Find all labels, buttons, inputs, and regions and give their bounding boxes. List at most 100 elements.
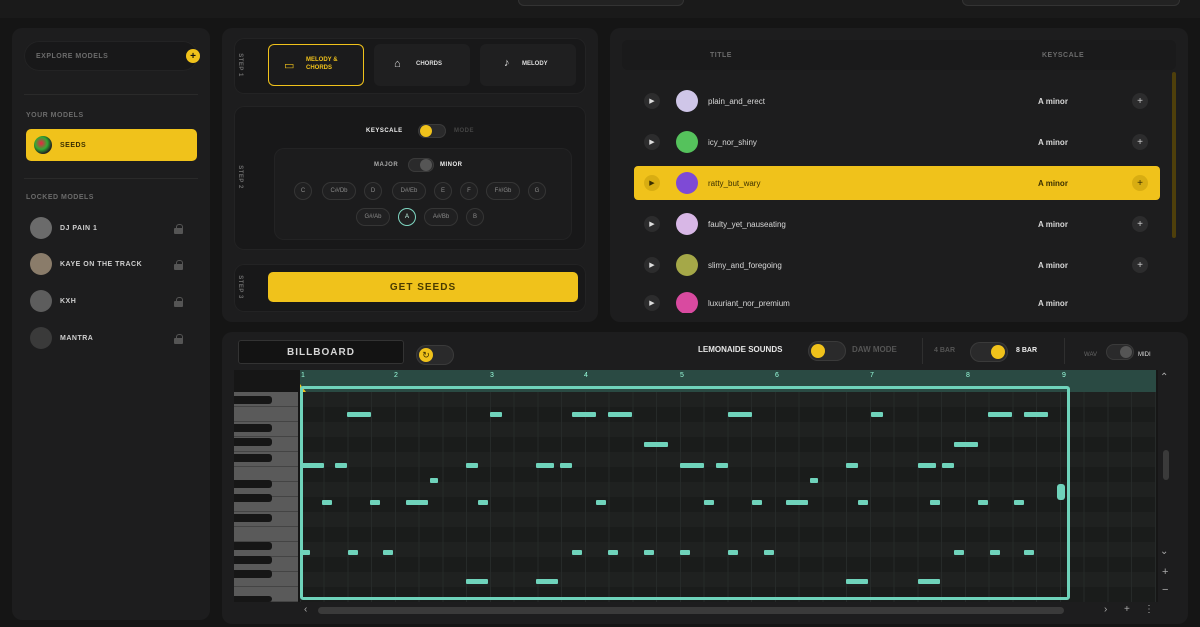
chevron-left-icon[interactable]: ‹ — [304, 604, 307, 615]
play-icon[interactable]: ▶ — [644, 175, 660, 191]
midi-note[interactable] — [942, 463, 954, 468]
midi-note[interactable] — [608, 412, 632, 417]
key-b[interactable]: B — [466, 208, 484, 226]
midi-note[interactable] — [764, 550, 774, 555]
locked-model-item[interactable]: MANTRA — [26, 324, 197, 352]
midi-note[interactable] — [536, 463, 554, 468]
midi-note[interactable] — [728, 550, 738, 555]
plus-icon[interactable]: + — [186, 49, 200, 63]
get-seeds-button[interactable]: GET SEEDS — [268, 272, 578, 302]
chevron-up-icon[interactable]: ⌃ — [1160, 372, 1168, 383]
key-c[interactable]: C — [294, 182, 312, 200]
midi-note[interactable] — [572, 550, 582, 555]
explore-models-button[interactable]: EXPLORE MODELS + — [24, 41, 200, 71]
major-minor-toggle[interactable] — [408, 158, 434, 172]
add-icon[interactable]: + — [1132, 134, 1148, 150]
midi-note[interactable] — [430, 478, 438, 483]
locked-model-item[interactable]: KAYE ON THE TRACK — [26, 250, 197, 278]
result-row[interactable]: ▶ icy_nor_shiny A minor + — [634, 125, 1160, 159]
loop-region[interactable] — [300, 386, 1070, 600]
model-item-seeds[interactable]: SEEDS — [26, 129, 197, 161]
midi-note[interactable] — [478, 500, 488, 505]
key-g-sharp[interactable]: G#/Ab — [356, 208, 390, 226]
piano-keys[interactable] — [234, 392, 298, 602]
midi-note[interactable] — [990, 550, 1000, 555]
midi-note[interactable] — [1014, 500, 1024, 505]
top-control-left[interactable] — [518, 0, 684, 6]
locked-model-item[interactable]: DJ PAIN 1 — [26, 214, 197, 242]
add-icon[interactable]: + — [1132, 216, 1148, 232]
midi-note[interactable] — [918, 579, 940, 584]
mode-melody-chords-button[interactable]: ▭ MELODY & CHORDS — [268, 44, 364, 86]
midi-note[interactable] — [490, 412, 502, 417]
horizontal-scrollbar[interactable] — [318, 607, 1064, 614]
midi-note[interactable] — [810, 478, 818, 483]
midi-note[interactable] — [930, 500, 940, 505]
play-icon[interactable]: ▶ — [644, 216, 660, 232]
export-format-toggle[interactable] — [1106, 344, 1134, 360]
midi-note[interactable] — [383, 550, 393, 555]
bar-length-toggle[interactable] — [970, 342, 1008, 362]
midi-note[interactable] — [978, 500, 988, 505]
key-d[interactable]: D — [364, 182, 382, 200]
midi-note[interactable] — [370, 500, 380, 505]
mode-chords-button[interactable]: ⌂ CHORDS — [374, 44, 470, 86]
midi-note[interactable] — [536, 579, 558, 584]
daw-mode-toggle[interactable] — [808, 341, 846, 361]
zoom-out-icon[interactable]: − — [1162, 584, 1168, 596]
result-row[interactable]: ▶ faulty_yet_nauseating A minor + — [634, 207, 1160, 241]
midi-note[interactable] — [680, 463, 704, 468]
midi-note[interactable] — [728, 412, 752, 417]
midi-note[interactable] — [560, 463, 572, 468]
play-icon[interactable]: ▶ — [644, 295, 660, 311]
midi-note[interactable] — [596, 500, 606, 505]
key-f[interactable]: F — [460, 182, 478, 200]
zoom-in-icon[interactable]: + — [1162, 566, 1168, 578]
midi-note[interactable] — [322, 500, 332, 505]
loop-end-handle[interactable] — [1057, 484, 1065, 500]
midi-note[interactable] — [1024, 412, 1048, 417]
key-e[interactable]: E — [434, 182, 452, 200]
midi-note[interactable] — [846, 579, 868, 584]
play-icon[interactable]: ▶ — [644, 134, 660, 150]
key-c-sharp[interactable]: C#/Db — [322, 182, 356, 200]
midi-note[interactable] — [608, 550, 618, 555]
mode-melody-button[interactable]: ♪ MELODY — [480, 44, 576, 86]
play-icon[interactable]: ▶ — [644, 93, 660, 109]
zoom-in-icon[interactable]: + — [1124, 604, 1130, 615]
midi-note[interactable] — [300, 550, 310, 555]
midi-note[interactable] — [918, 463, 936, 468]
midi-note[interactable] — [466, 579, 488, 584]
midi-note[interactable] — [716, 463, 728, 468]
top-control-right[interactable] — [962, 0, 1180, 6]
key-a-sharp[interactable]: A#/Bb — [424, 208, 458, 226]
add-icon[interactable]: + — [1132, 93, 1148, 109]
refresh-toggle[interactable]: ↻ — [416, 345, 454, 365]
midi-note[interactable] — [786, 500, 808, 505]
piano-roll[interactable]: 1 2 3 4 5 6 7 8 9 — [234, 370, 1158, 602]
midi-note[interactable] — [348, 550, 358, 555]
midi-note[interactable] — [572, 412, 596, 417]
midi-note[interactable] — [347, 412, 371, 417]
midi-note[interactable] — [954, 442, 978, 447]
result-row[interactable]: ▶ luxuriant_nor_premium A minor — [634, 289, 1160, 313]
midi-note[interactable] — [406, 500, 428, 505]
midi-note[interactable] — [752, 500, 762, 505]
midi-note[interactable] — [871, 412, 883, 417]
midi-note[interactable] — [704, 500, 714, 505]
midi-note[interactable] — [846, 463, 858, 468]
result-row[interactable]: ▶ plain_and_erect A minor + — [634, 84, 1160, 118]
midi-note[interactable] — [644, 550, 654, 555]
midi-note[interactable] — [335, 463, 347, 468]
midi-note[interactable] — [644, 442, 668, 447]
midi-note[interactable] — [954, 550, 964, 555]
keyscale-mode-toggle[interactable] — [418, 124, 446, 138]
add-icon[interactable]: + — [1132, 175, 1148, 191]
key-f-sharp[interactable]: F#/Gb — [486, 182, 520, 200]
chevron-down-icon[interactable]: ⌄ — [1160, 546, 1168, 557]
key-g[interactable]: G — [528, 182, 546, 200]
key-d-sharp[interactable]: D#/Eb — [392, 182, 426, 200]
chevron-right-icon[interactable]: › — [1104, 604, 1107, 615]
midi-note[interactable] — [1024, 550, 1034, 555]
result-row-selected[interactable]: ▶ ratty_but_wary A minor + — [634, 166, 1160, 200]
